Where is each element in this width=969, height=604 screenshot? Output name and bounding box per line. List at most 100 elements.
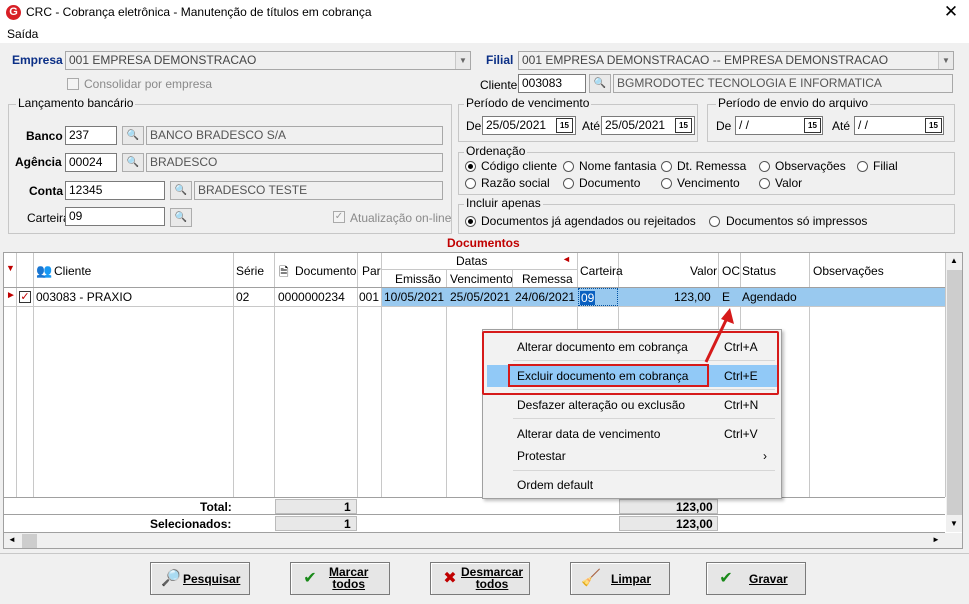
consolidar-checkbox[interactable] [67, 78, 79, 90]
carteira-code-input[interactable]: 09 [65, 207, 165, 226]
filial-label: Filial [486, 53, 514, 67]
incluir-radio[interactable] [709, 216, 720, 227]
calendar-icon[interactable]: 15 [556, 118, 573, 133]
calendar-icon[interactable]: 15 [925, 118, 942, 133]
row-checkbox[interactable]: ✓ [19, 291, 31, 303]
conta-label: Conta [29, 184, 63, 198]
banco-code-input[interactable]: 237 [65, 126, 117, 145]
window-title: CRC - Cobrança eletrônica - Manutenção d… [26, 5, 372, 19]
marcar-todos-button[interactable]: ✔ Marcar todos [290, 562, 390, 595]
binoculars-icon[interactable]: 🔍 [170, 208, 192, 227]
binoculars-icon[interactable]: 🔍 [122, 126, 144, 145]
document-icon: 🗎 [279, 265, 289, 279]
menu-bar: Saída [0, 25, 969, 43]
col-oc[interactable]: OC [722, 264, 740, 278]
col-emissao[interactable]: Emissão [395, 272, 441, 286]
incluir-option[interactable]: Documentos já agendados ou rejeitados [481, 214, 696, 228]
col-serie[interactable]: Série [236, 264, 264, 278]
cell-documento: 0000000234 [278, 290, 345, 304]
focused-cell[interactable]: 09 [578, 288, 618, 306]
close-icon[interactable]: ✕ [941, 1, 961, 23]
conta-name-field: BRADESCO TESTE [194, 181, 443, 200]
ordenacao-radio[interactable] [759, 161, 770, 172]
menu-separator [513, 418, 775, 419]
ordenacao-radio[interactable] [661, 161, 672, 172]
menu-item-ordem-default[interactable]: Ordem default [487, 474, 777, 496]
col-observacoes[interactable]: Observações [813, 264, 884, 278]
search-icon: 🔎 [161, 570, 181, 587]
cell-emissao: 10/05/2021 [384, 290, 445, 304]
ordenacao-option[interactable]: Documento [579, 176, 640, 190]
menu-item-shortcut: Ctrl+V [724, 427, 758, 441]
filial-select[interactable]: 001 EMPRESA DEMONSTRACAO -- EMPRESA DEMO… [518, 51, 954, 70]
check-icon: ✔ [303, 570, 317, 587]
gravar-button[interactable]: ✔ Gravar [706, 562, 806, 595]
scroll-thumb[interactable] [947, 270, 962, 515]
atualizacao-label: Atualização on-line [350, 211, 452, 225]
cell-remessa: 24/06/2021 [515, 290, 576, 304]
horizontal-scrollbar[interactable]: ◄ ► [4, 533, 962, 548]
ordenacao-option[interactable]: Razão social [481, 176, 550, 190]
col-documento[interactable]: Documento [295, 264, 356, 278]
col-carteira[interactable]: Carteira [580, 264, 623, 278]
scroll-up-icon[interactable]: ▲ [950, 256, 958, 265]
agencia-code-input[interactable]: 00024 [65, 153, 117, 172]
col-status[interactable]: Status [742, 264, 776, 278]
ordenacao-option[interactable]: Observações [775, 159, 846, 173]
pesquisar-label: Pesquisar [183, 572, 241, 586]
scroll-left-icon[interactable]: ◄ [8, 535, 16, 544]
documentos-title: Documentos [447, 236, 520, 250]
menu-item-desfazer[interactable]: Desfazer alteração ou exclusão Ctrl+N [487, 394, 777, 416]
empresa-select[interactable]: 001 EMPRESA DEMONSTRACAO [65, 51, 471, 70]
table-row[interactable]: ► ✓ 003083 - PRAXIO 02 0000000234 001 10… [4, 288, 945, 306]
binoculars-icon[interactable]: 🔍 [589, 74, 611, 93]
title-bar: G CRC - Cobrança eletrônica - Manutenção… [0, 0, 969, 25]
atualizacao-checkbox[interactable]: ✓ [333, 211, 345, 223]
ordenacao-radio[interactable] [661, 178, 672, 189]
binoculars-icon[interactable]: 🔍 [170, 181, 192, 200]
ordenacao-radio[interactable] [759, 178, 770, 189]
cliente-code-input[interactable]: 003083 [518, 74, 586, 93]
ordenacao-radio[interactable] [563, 161, 574, 172]
menu-item-alterar-data[interactable]: Alterar data de vencimento Ctrl+V [487, 423, 777, 445]
empresa-value: 001 EMPRESA DEMONSTRACAO [69, 53, 257, 67]
calendar-icon[interactable]: 15 [675, 118, 692, 133]
menu-item-saida[interactable]: Saída [7, 27, 38, 41]
menu-item-protestar[interactable]: Protestar › [487, 445, 777, 467]
scroll-down-icon[interactable]: ▼ [950, 519, 958, 528]
ordenacao-option[interactable]: Dt. Remessa [677, 159, 746, 173]
chevron-down-icon[interactable]: ▼ [938, 52, 953, 69]
incluir-radio[interactable] [465, 216, 476, 227]
ordenacao-radio[interactable] [465, 178, 476, 189]
ordenacao-radio[interactable] [857, 161, 868, 172]
ordenacao-option[interactable]: Vencimento [677, 176, 740, 190]
total-count: 1 [344, 500, 351, 514]
vertical-scrollbar[interactable]: ▲ ▼ [946, 253, 962, 532]
desmarcar-todos-button[interactable]: ✖ Desmarcar todos [430, 562, 530, 595]
ordenacao-radio[interactable] [563, 178, 574, 189]
pesquisar-button[interactable]: 🔎 Pesquisar [150, 562, 250, 595]
ordenacao-option[interactable]: Valor [775, 176, 802, 190]
col-remessa[interactable]: Remessa [522, 272, 573, 286]
scroll-right-icon[interactable]: ► [932, 535, 940, 544]
col-par[interactable]: Par [362, 264, 381, 278]
incluir-title: Incluir apenas [464, 196, 543, 210]
filial-value: 001 EMPRESA DEMONSTRACAO -- EMPRESA DEMO… [522, 53, 889, 67]
desmarcar-todos-label: Desmarcar todos [461, 565, 524, 591]
col-valor[interactable]: Valor [690, 264, 717, 278]
ordenacao-option[interactable]: Código cliente [481, 159, 557, 173]
ordenacao-option[interactable]: Nome fantasia [579, 159, 656, 173]
cliente-label: Cliente [480, 78, 518, 92]
col-vencimento[interactable]: Vencimento [450, 272, 513, 286]
ordenacao-radio[interactable] [465, 161, 476, 172]
limpar-button[interactable]: 🧹 Limpar [570, 562, 670, 595]
incluir-option[interactable]: Documentos só impressos [726, 214, 867, 228]
col-cliente[interactable]: Cliente [54, 264, 91, 278]
ordenacao-option[interactable]: Filial [873, 159, 898, 173]
marcar-todos-label: Marcar todos [329, 565, 369, 591]
conta-code-input[interactable]: 12345 [65, 181, 165, 200]
hscroll-thumb[interactable] [22, 534, 37, 548]
calendar-icon[interactable]: 15 [804, 118, 821, 133]
chevron-down-icon[interactable]: ▼ [455, 52, 470, 69]
binoculars-icon[interactable]: 🔍 [122, 153, 144, 172]
